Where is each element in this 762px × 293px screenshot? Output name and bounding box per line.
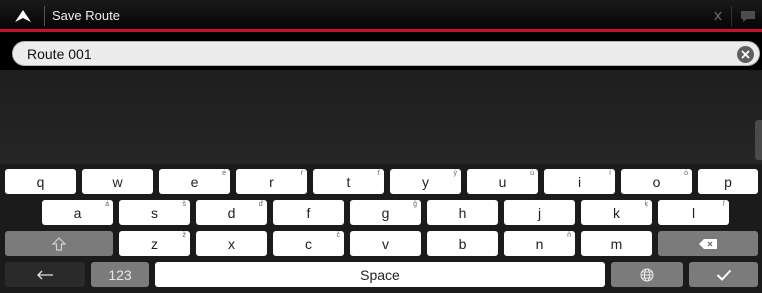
key-label: m [610,235,623,252]
key-p[interactable]: p [698,169,758,194]
key-label: u [498,173,507,190]
key-label: a [73,204,82,221]
key-i[interactable]: i í [544,169,615,194]
key-alt-char: ň [567,232,571,239]
clear-icon [741,50,750,59]
key-z[interactable]: z ž [119,231,190,256]
key-alt-char: ķ [644,201,649,208]
key-g[interactable]: g ğ [350,200,421,225]
key-a[interactable]: a á [42,200,113,225]
key-v[interactable]: v [350,231,421,256]
key-n[interactable]: n ň [504,231,575,256]
key-alt-char: ď [258,201,263,208]
key-label: h [458,204,467,221]
key-b[interactable]: b [427,231,498,256]
backspace-key[interactable] [658,231,758,256]
language-key[interactable] [611,262,683,287]
space-label: Space [360,266,400,283]
key-label: f [306,204,311,221]
key-alt-char: ť [377,170,380,177]
key-label: r [269,173,274,190]
key-l[interactable]: l ľ [658,200,729,225]
key-label: e [190,173,199,190]
header-divider [44,6,45,26]
header-bar: Save Route [0,0,762,32]
key-alt-char: ľ [722,201,725,208]
done-key[interactable] [689,262,758,287]
key-alt-char: é [222,170,226,177]
key-label: d [227,204,236,221]
key-label: z [151,235,158,252]
key-y[interactable]: y ý [390,169,461,194]
key-label: x [228,235,235,252]
key-label: s [151,204,158,221]
up-arrow-icon [15,10,31,22]
key-label: q [36,173,45,190]
clear-button[interactable] [737,46,754,63]
route-name-input[interactable]: Route 001 [12,41,760,66]
key-label: c [305,235,312,252]
content-area [0,70,762,164]
key-alt-char: ú [530,170,534,177]
key-label: i [577,173,582,190]
key-alt-char: ŕ [300,170,303,177]
key-label: p [724,173,732,190]
key-alt-char: ž [182,232,187,239]
signal-icon [709,8,727,24]
key-label: v [382,235,389,252]
key-k[interactable]: k ķ [581,200,652,225]
key-m[interactable]: m [581,231,652,256]
key-label: k [613,204,620,221]
key-t[interactable]: t ť [313,169,384,194]
key-alt-char: í [609,170,611,177]
shift-icon [52,236,66,251]
key-x[interactable]: x [196,231,267,256]
key-s[interactable]: s š [119,200,190,225]
key-c[interactable]: c č [273,231,344,256]
key-f[interactable]: f [273,200,344,225]
key-e[interactable]: e é [159,169,230,194]
key-label: b [458,235,467,252]
key-alt-char: ğ [413,201,417,208]
key-o[interactable]: o ó [621,169,692,194]
key-label: n [535,235,544,252]
key-label: o [652,173,661,190]
numbers-key[interactable]: 123 [91,262,149,287]
key-label: g [381,204,390,221]
key-alt-char: š [182,201,187,208]
key-q[interactable]: q [5,169,76,194]
back-arrow-icon [37,270,53,279]
up-arrow-button[interactable] [10,6,36,26]
key-u[interactable]: u ú [467,169,538,194]
numbers-label: 123 [108,266,132,283]
key-label: w [112,173,123,190]
shift-key[interactable] [5,231,113,256]
globe-icon [640,268,654,281]
key-alt-char: ó [684,170,688,177]
key-alt-char: č [336,232,341,239]
key-w[interactable]: w [82,169,153,194]
key-label: y [422,173,429,190]
scroll-handle[interactable] [755,120,762,160]
checkmark-icon [716,269,731,281]
key-label: j [537,204,542,221]
key-j[interactable]: j [504,200,575,225]
key-alt-char: á [105,201,109,208]
backspace-icon [699,238,717,249]
back-key[interactable] [5,262,85,287]
key-h[interactable]: h [427,200,498,225]
space-key[interactable]: Space [155,262,605,287]
route-name-value: Route 001 [27,46,92,62]
key-label: l [691,204,696,221]
chat-icon[interactable] [738,8,758,24]
key-d[interactable]: d ď [196,200,267,225]
on-screen-keyboard: q w e é r ŕ t ť y ý u ú i í o ó p a á s [0,164,762,293]
key-alt-char: ý [453,170,458,177]
page-title: Save Route [52,8,120,23]
key-r[interactable]: r ŕ [236,169,307,194]
header-divider-right [731,6,732,26]
key-label: t [346,173,351,190]
